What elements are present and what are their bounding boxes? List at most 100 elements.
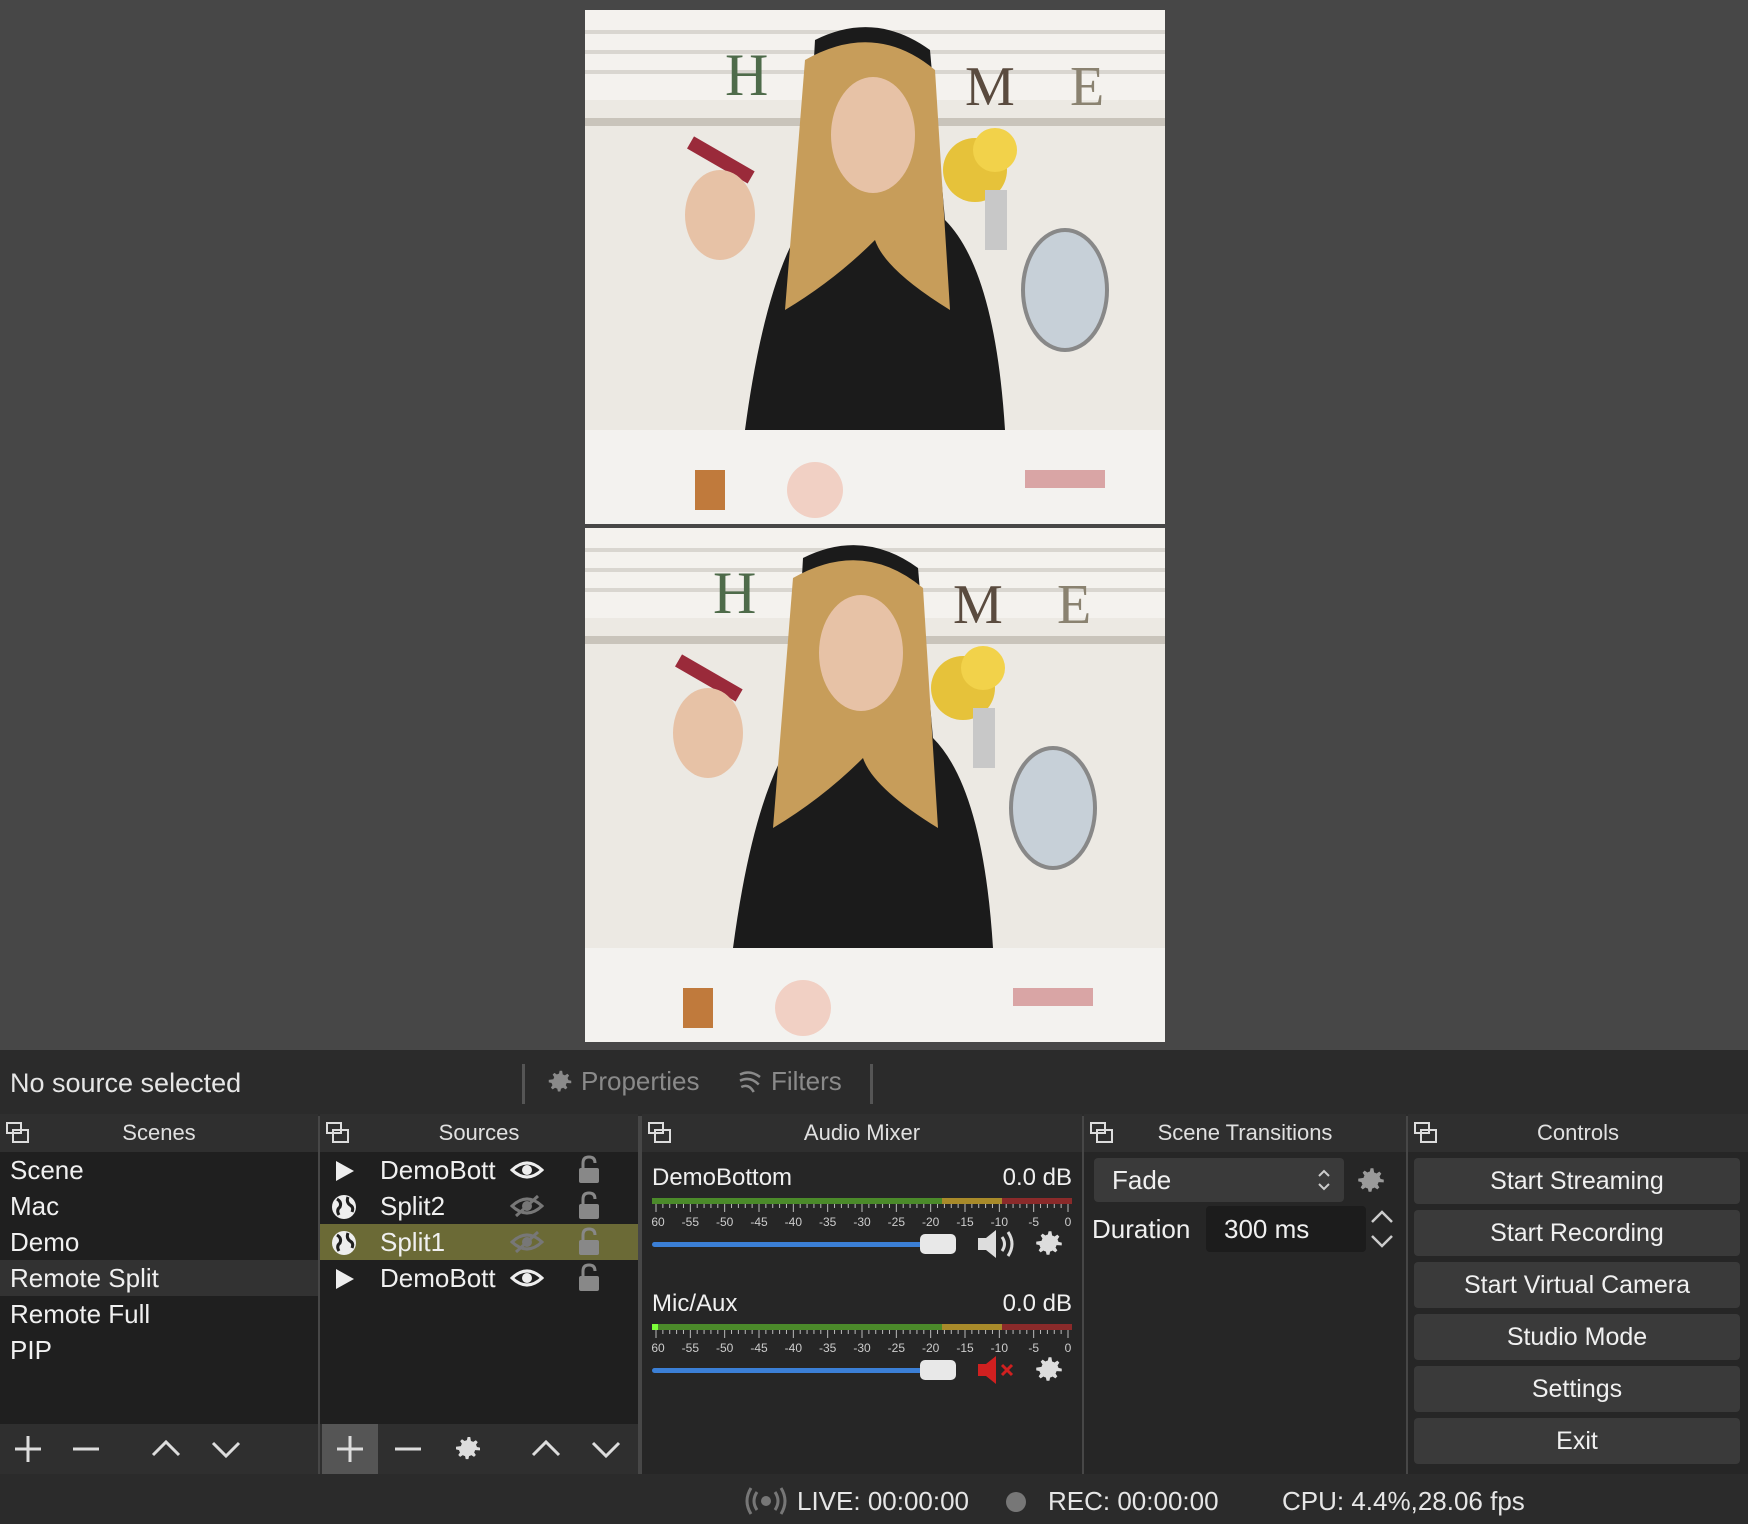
mixer-header: Audio Mixer	[642, 1114, 1082, 1152]
float-dock-icon[interactable]	[1090, 1122, 1114, 1144]
start-recording-button[interactable]: Start Recording	[1414, 1210, 1740, 1256]
transition-select-value: Fade	[1112, 1165, 1172, 1195]
transition-select[interactable]: Fade	[1094, 1158, 1344, 1202]
eye-icon[interactable]	[510, 1266, 544, 1290]
float-dock-icon[interactable]	[1414, 1122, 1438, 1144]
mixer-channel: Mic/Aux 0.0 dB -60 -55 -50 -45 -40 -35 -30 -25 -20…	[642, 1290, 1082, 1410]
scene-item[interactable]: Mac	[0, 1188, 318, 1224]
scene-list[interactable]: Scene Mac Demo Remote Split Remote Full PIP	[0, 1152, 318, 1368]
eye-hidden-icon[interactable]	[510, 1194, 544, 1218]
move-source-up-button[interactable]	[518, 1424, 574, 1474]
svg-text:H: H	[725, 42, 768, 108]
source-item[interactable]: Split2	[320, 1188, 638, 1224]
volume-slider-handle[interactable]	[920, 1234, 956, 1254]
chevron-down-icon	[211, 1441, 241, 1459]
live-timer: LIVE: 00:00:00	[797, 1486, 970, 1516]
scene-transitions-dock: Scene Transitions Fade Duration 300 ms	[1084, 1114, 1406, 1474]
controls-header: Controls	[1408, 1114, 1748, 1152]
scale-label: -20	[922, 1215, 940, 1229]
preview-split-bottom: H M E	[585, 528, 1165, 1042]
duration-input[interactable]: 300 ms	[1206, 1206, 1366, 1252]
preview-split-top: H M E	[585, 10, 1165, 524]
float-dock-icon[interactable]	[6, 1122, 30, 1144]
move-scene-up-button[interactable]	[138, 1424, 194, 1474]
source-name: DemoBott	[380, 1263, 496, 1293]
gear-icon	[548, 1070, 572, 1091]
source-item[interactable]: DemoBott	[320, 1260, 638, 1296]
start-virtual-camera-button[interactable]: Start Virtual Camera	[1414, 1262, 1740, 1308]
scene-item[interactable]: Scene	[0, 1152, 318, 1188]
chevron-up-icon	[531, 1439, 561, 1457]
sources-dock: Sources DemoBott Split2 Split1 DemoBott	[320, 1114, 638, 1474]
source-item[interactable]: Split1	[320, 1224, 638, 1260]
scale-label: -35	[819, 1215, 837, 1229]
gear-icon	[456, 1437, 480, 1460]
unlock-icon[interactable]	[576, 1155, 602, 1185]
settings-button[interactable]: Settings	[1414, 1366, 1740, 1412]
plus-icon	[337, 1436, 363, 1462]
studio-mode-button[interactable]: Studio Mode	[1414, 1314, 1740, 1360]
source-list[interactable]: DemoBott Split2 Split1 DemoBott	[320, 1152, 638, 1296]
media-icon	[336, 1161, 354, 1181]
source-name: DemoBott	[380, 1155, 496, 1185]
source-item[interactable]: DemoBott	[320, 1152, 638, 1188]
scene-item[interactable]: PIP	[0, 1332, 318, 1368]
scenes-footer	[0, 1424, 318, 1474]
scale-label: -30	[853, 1215, 871, 1229]
scene-item[interactable]: Demo	[0, 1224, 318, 1260]
unlock-icon[interactable]	[576, 1191, 602, 1221]
eye-hidden-icon[interactable]	[510, 1230, 544, 1254]
sources-footer	[320, 1424, 638, 1474]
channel-name: Mic/Aux	[652, 1290, 738, 1317]
audio-mixer-dock: Audio Mixer DemoBottom 0.0 dB -60 -55 -50 -45…	[642, 1114, 1082, 1474]
sources-title: Sources	[438, 1120, 520, 1145]
duration-value: 300 ms	[1224, 1214, 1310, 1244]
scene-item[interactable]: Remote Split	[0, 1260, 318, 1296]
remove-source-button[interactable]	[380, 1424, 436, 1474]
speaker-muted-icon[interactable]	[976, 1352, 1020, 1388]
move-source-down-button[interactable]	[578, 1424, 634, 1474]
toolbar-divider	[870, 1064, 873, 1104]
move-scene-down-button[interactable]	[198, 1424, 254, 1474]
transition-settings-button[interactable]	[1354, 1164, 1388, 1203]
scale-label: -15	[956, 1341, 974, 1355]
properties-button[interactable]: Properties	[545, 1066, 700, 1097]
preview-canvas[interactable]: H M E H M E	[0, 0, 1748, 1050]
live-broadcast-icon	[745, 1487, 787, 1515]
media-icon	[336, 1269, 354, 1289]
float-dock-icon[interactable]	[648, 1122, 672, 1144]
unlock-icon[interactable]	[576, 1227, 602, 1257]
mixer-title: Audio Mixer	[803, 1120, 921, 1145]
scale-label: -60	[652, 1215, 665, 1229]
scale-label: -60	[652, 1341, 665, 1355]
filters-label: Filters	[771, 1066, 842, 1096]
gear-icon[interactable]	[1032, 1353, 1066, 1387]
mixer-channel: DemoBottom 0.0 dB -60 -55 -50 -45 -40 -35 -30 -25…	[642, 1164, 1082, 1284]
scene-item[interactable]: Remote Full	[0, 1296, 318, 1332]
properties-label: Properties	[581, 1066, 700, 1096]
source-properties-button[interactable]	[440, 1424, 496, 1474]
volume-slider[interactable]	[652, 1242, 932, 1247]
volume-slider-handle[interactable]	[920, 1360, 956, 1380]
sources-header: Sources	[320, 1114, 638, 1152]
transitions-title: Scene Transitions	[1157, 1120, 1333, 1145]
volume-slider[interactable]	[652, 1368, 932, 1373]
duration-label: Duration	[1092, 1214, 1191, 1244]
exit-button[interactable]: Exit	[1414, 1418, 1740, 1464]
float-dock-icon[interactable]	[326, 1122, 350, 1144]
add-scene-button[interactable]	[0, 1424, 56, 1474]
unlock-icon[interactable]	[576, 1263, 602, 1293]
gear-icon[interactable]	[1032, 1227, 1066, 1261]
svg-text:E: E	[1057, 574, 1091, 636]
source-name: Split2	[380, 1191, 446, 1221]
add-source-button[interactable]	[322, 1424, 378, 1474]
start-streaming-button[interactable]: Start Streaming	[1414, 1158, 1740, 1204]
filters-button[interactable]: Filters	[735, 1066, 842, 1097]
duration-stepper[interactable]	[1366, 1206, 1398, 1252]
speaker-icon[interactable]	[976, 1226, 1020, 1262]
channel-name: DemoBottom	[652, 1164, 793, 1191]
source-name: Split1	[380, 1227, 446, 1257]
remove-scene-button[interactable]	[58, 1424, 114, 1474]
chevron-up-icon	[151, 1439, 181, 1457]
eye-icon[interactable]	[510, 1158, 544, 1182]
